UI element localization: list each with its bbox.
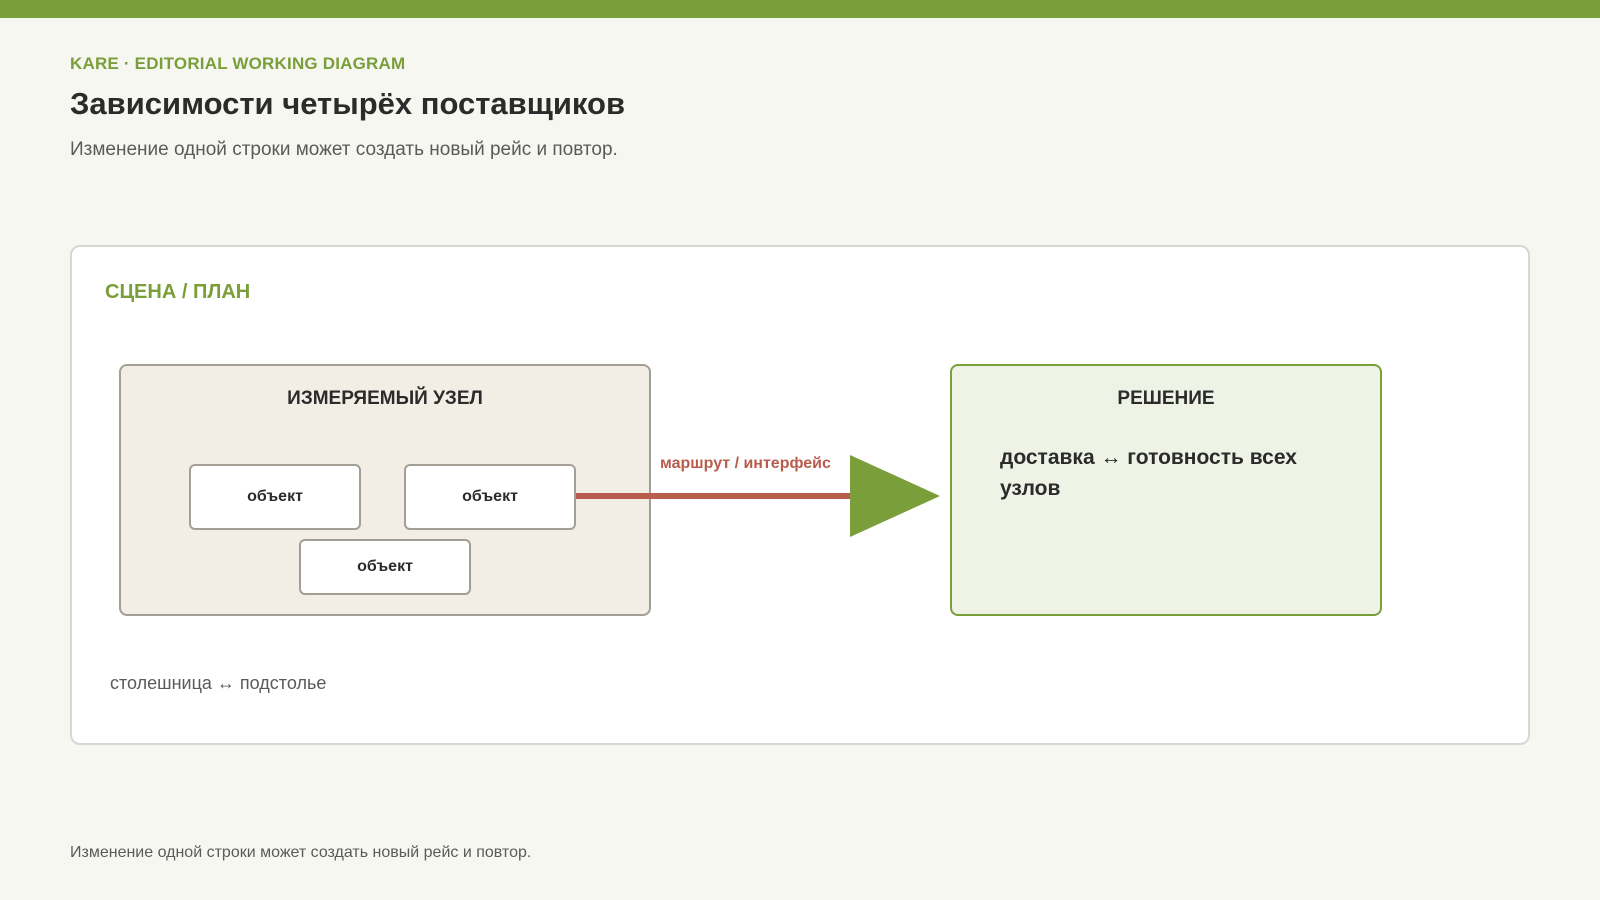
object-box-2: объект bbox=[404, 464, 576, 530]
route-arrow-head bbox=[850, 455, 940, 537]
card-label: СЦЕНА / ПЛАН bbox=[105, 281, 251, 303]
route-label: маршрут / интерфейс bbox=[660, 455, 831, 472]
footer-note: Изменение одной строки может создать нов… bbox=[70, 844, 532, 861]
object-box-3: объект bbox=[299, 539, 471, 595]
decision-body: доставка ↔ готовность всех узлов bbox=[1000, 446, 1297, 500]
page-subtitle: Изменение одной строки может создать нов… bbox=[70, 139, 618, 160]
diagram-caption: столешница ↔ подстолье bbox=[110, 673, 327, 693]
decision-title: РЕШЕНИЕ bbox=[1117, 388, 1215, 409]
eyebrow-label: KARE · EDITORIAL WORKING DIAGRAM bbox=[70, 54, 406, 73]
object-box-1: объект bbox=[189, 464, 361, 530]
measured-node-title: ИЗМЕРЯЕМЫЙ УЗЕЛ bbox=[287, 388, 483, 409]
page-title: Зависимости четырёх поставщиков bbox=[70, 86, 626, 121]
top-accent-bar bbox=[0, 0, 1600, 18]
